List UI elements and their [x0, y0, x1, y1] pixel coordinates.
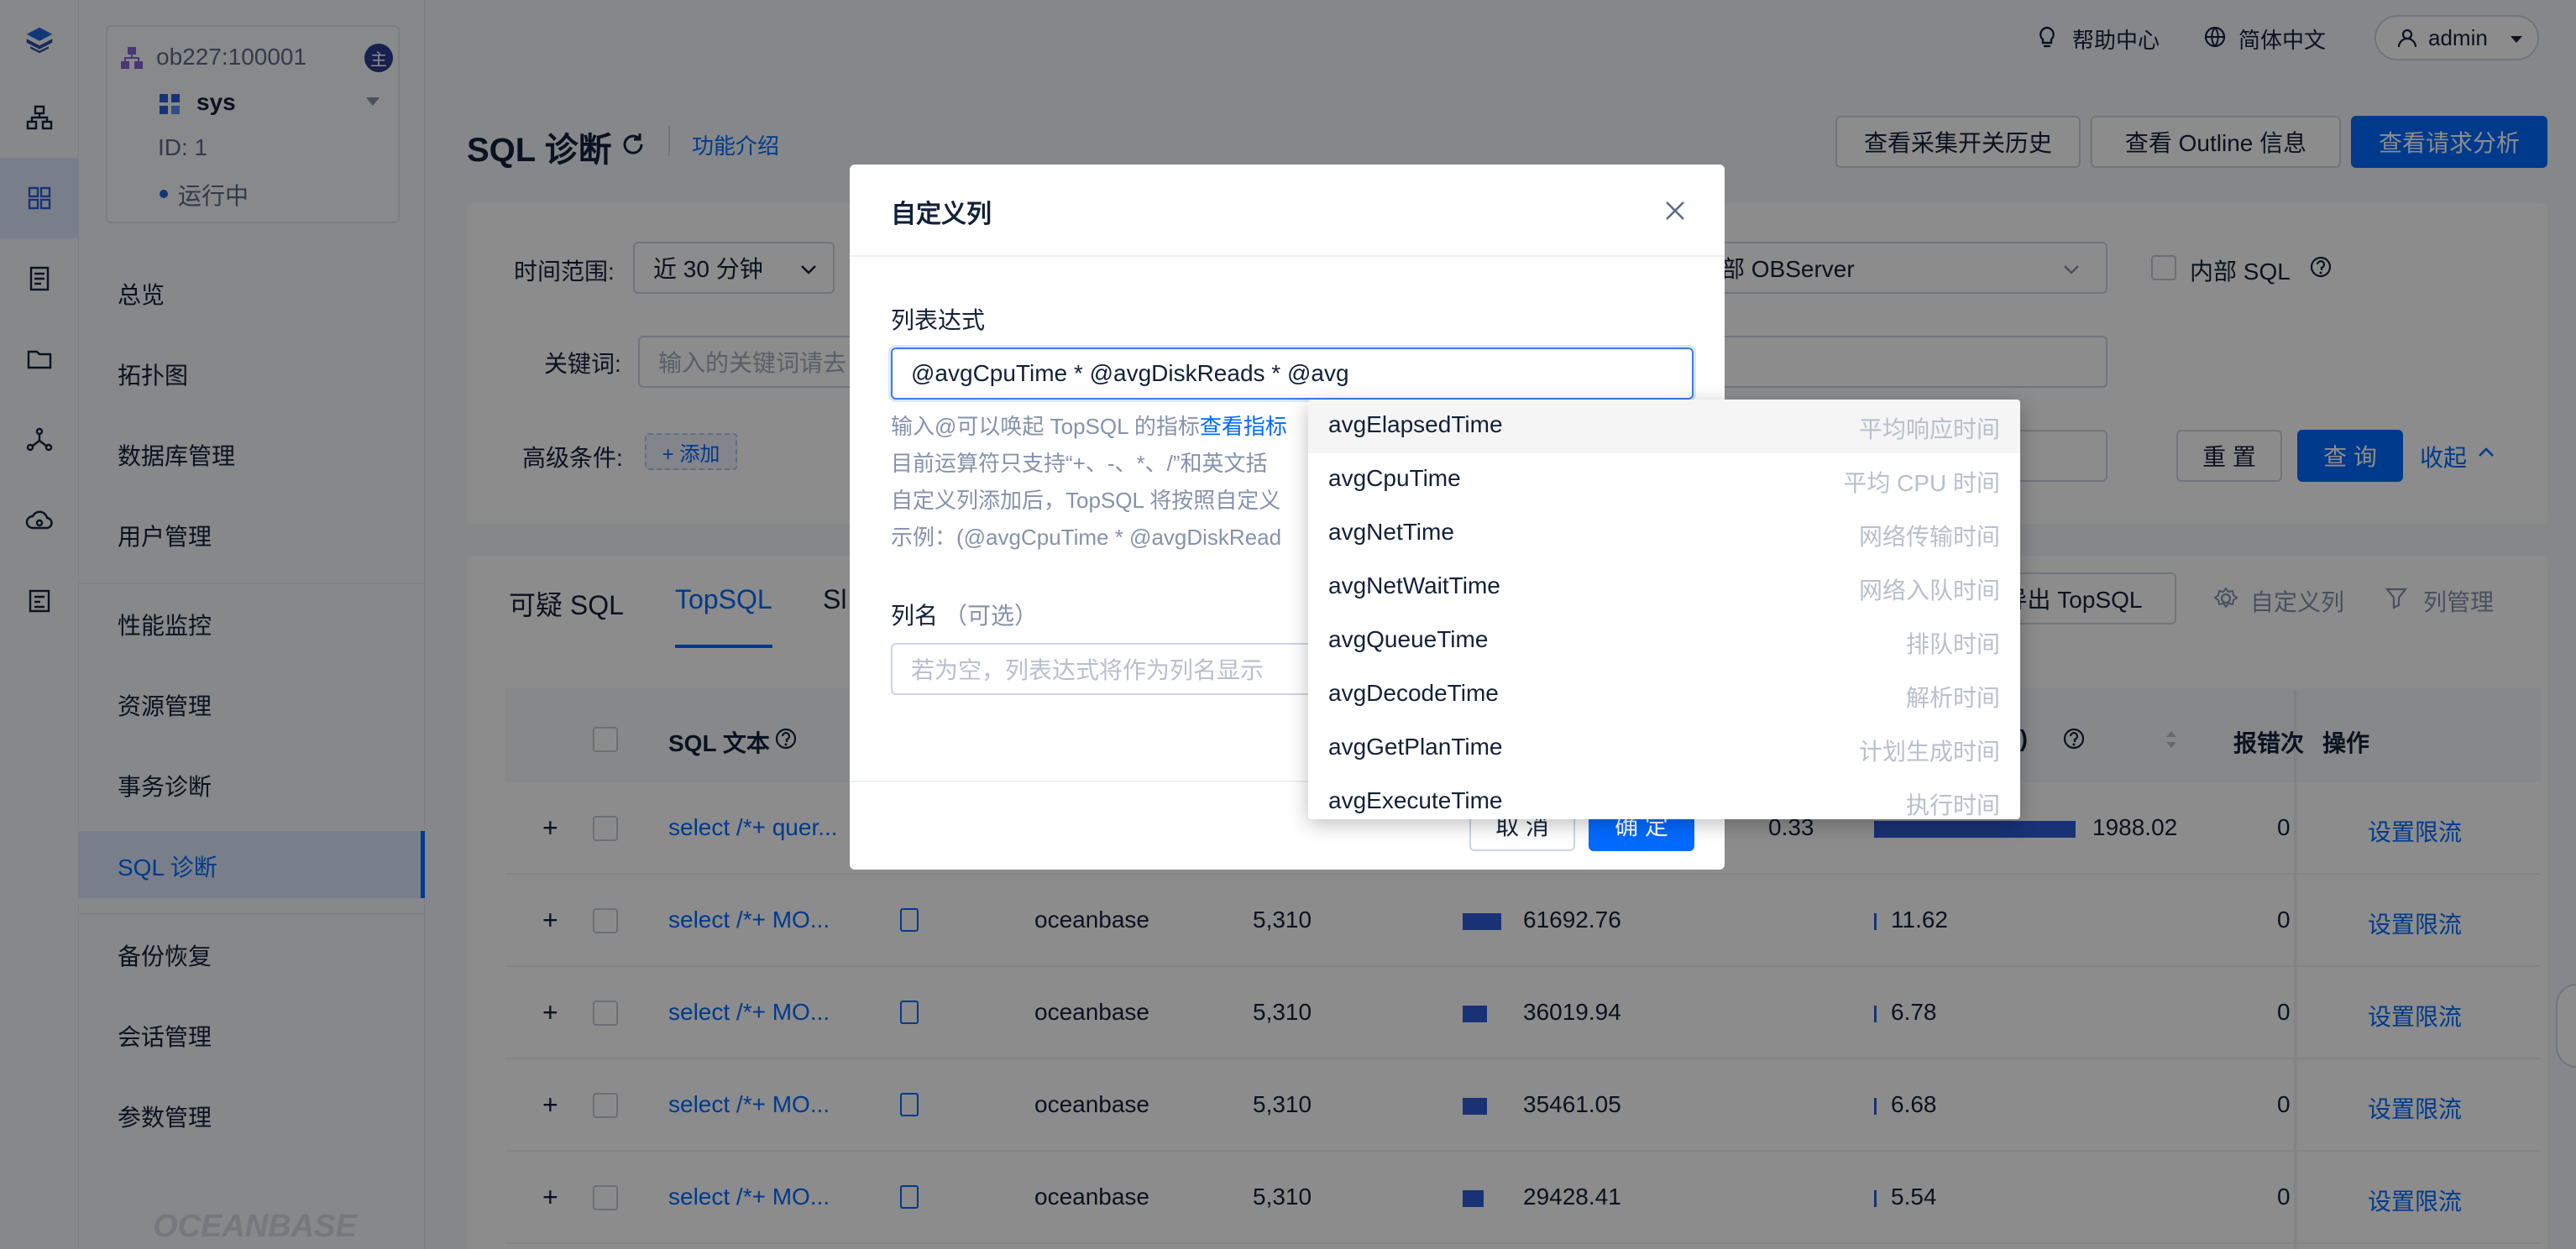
- metric-option[interactable]: avgDecodeTime 解析时间: [1308, 668, 2020, 722]
- metric-option-description: 排队时间: [1905, 631, 2000, 657]
- metric-suggestion-dropdown: avgElapsedTime 平均响应时间 avgCpuTime 平均 CPU 时间 a…: [1308, 400, 2020, 819]
- help-line-4: 示例：(@avgCpuTime * @avgDiskRead: [891, 525, 1282, 550]
- metric-option-name: avgNetWaitTime: [1328, 572, 1500, 598]
- metric-option-name: avgNetTime: [1328, 519, 1454, 545]
- metric-option-description: 计划生成时间: [1858, 739, 2000, 765]
- metric-option-name: avgExecuteTime: [1328, 787, 1503, 813]
- metric-option-description: 解析时间: [1905, 685, 2000, 711]
- metric-option-description: 平均 CPU 时间: [1843, 470, 2000, 496]
- column-name-label: 列名: [891, 603, 939, 629]
- metric-option[interactable]: avgExecuteTime 执行时间: [1308, 776, 2020, 819]
- view-metrics-link[interactable]: 查看指标: [1200, 414, 1287, 439]
- metric-option-name: avgQueueTime: [1328, 626, 1489, 652]
- metric-option-name: avgElapsedTime: [1328, 411, 1503, 437]
- column-name-optional: （可选）: [944, 603, 1039, 629]
- metric-option[interactable]: avgCpuTime 平均 CPU 时间: [1308, 453, 2020, 507]
- metric-option-description: 网络传输时间: [1858, 524, 2000, 550]
- metric-option[interactable]: avgNetTime 网络传输时间: [1308, 507, 2020, 561]
- metric-option-name: avgCpuTime: [1328, 465, 1461, 491]
- expression-value: @avgCpuTime * @avgDiskReads * @avg: [911, 360, 1349, 386]
- help-line-1: 输入@可以唤起 TopSQL 的指标查看指标: [891, 414, 1287, 439]
- help-line-2: 目前运算符只支持“+、-、*、/”和英文括: [891, 451, 1268, 476]
- metric-option-name: avgGetPlanTime: [1328, 734, 1503, 760]
- metric-option[interactable]: avgElapsedTime 平均响应时间: [1308, 400, 2020, 453]
- metric-option-name: avgDecodeTime: [1328, 680, 1499, 706]
- metric-option[interactable]: avgNetWaitTime 网络入队时间: [1308, 561, 2020, 614]
- metric-option-description: 执行时间: [1905, 792, 2000, 818]
- help-line-3: 自定义列添加后，TopSQL 将按照自定义: [891, 488, 1281, 513]
- close-icon[interactable]: [1662, 198, 1688, 223]
- modal-title: 自定义列: [891, 201, 992, 228]
- expression-label: 列表达式: [891, 307, 986, 333]
- metric-option[interactable]: avgGetPlanTime 计划生成时间: [1308, 722, 2020, 776]
- metric-option-description: 平均响应时间: [1858, 416, 2000, 442]
- column-name-placeholder: 若为空，列表达式将作为列名显示: [911, 657, 1264, 683]
- expression-input[interactable]: @avgCpuTime * @avgDiskReads * @avg: [891, 348, 1694, 400]
- metric-option-description: 网络入队时间: [1858, 577, 2000, 604]
- metric-option[interactable]: avgQueueTime 排队时间: [1308, 614, 2020, 668]
